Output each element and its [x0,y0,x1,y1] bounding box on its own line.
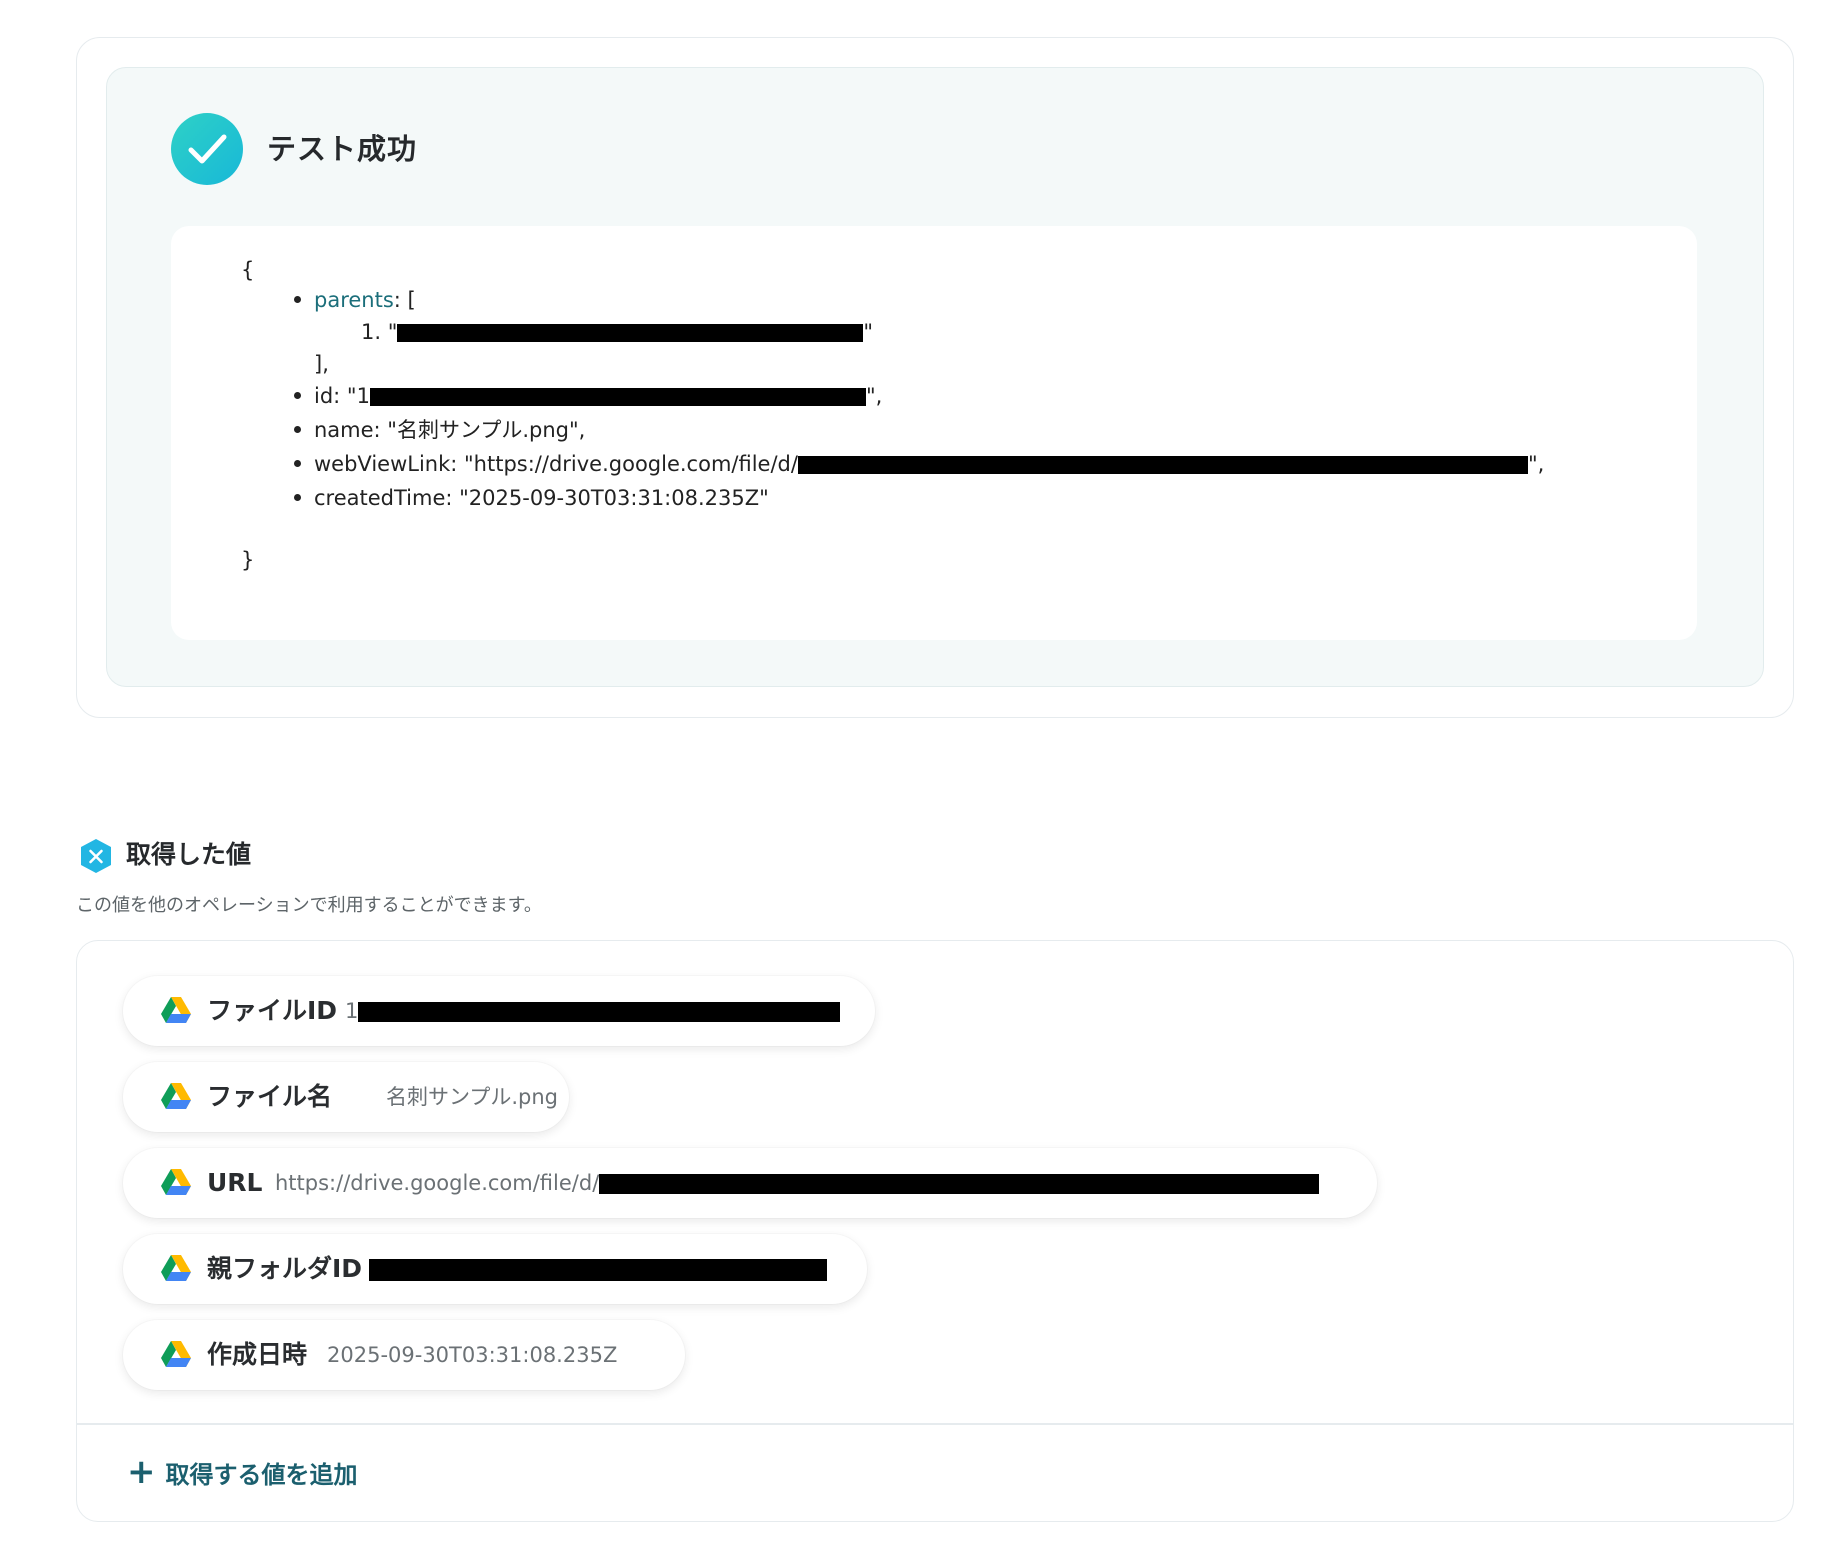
value-pill-file-id[interactable]: ファイルID 1 [123,976,875,1046]
add-value-button[interactable]: + 取得する値を追加 [127,1450,358,1494]
pill-value-text: 1 [345,999,359,1023]
bullet [294,426,301,433]
redacted-block [358,1002,841,1022]
redacted-block [369,388,866,406]
bullet [294,460,301,467]
json-parents-open: : [ [393,288,416,312]
pill-label: 親フォルダID [207,1254,363,1283]
check-circle-icon [171,113,243,185]
google-drive-icon [161,1341,191,1367]
pill-label: URL [207,1168,263,1197]
obtained-values-title: 取得した値 [126,840,252,869]
google-drive-icon [161,997,191,1023]
divider [77,1423,1793,1425]
redacted-block [797,456,1528,474]
pill-label: ファイル名 [207,1082,333,1111]
variable-hexagon-icon [81,839,111,873]
json-id-line: id: "1 ", [314,380,882,412]
json-output: { parents: [ 1. " " ], id: "1 ", name: "名刺… [171,226,1697,640]
pill-value: https://drive.google.com/file/d/ [275,1167,1320,1199]
value-pill-url[interactable]: URL https://drive.google.com/file/d/ [123,1148,1377,1218]
json-parents-item: 1. " " [361,320,874,344]
obtained-values-card: ファイルID 1 ファイル名 名刺サンプル.png URL https://dr… [76,940,1794,1522]
plus-icon: + [127,1452,156,1492]
json-close-brace: } [241,548,255,572]
obtained-values-description: この値を他のオペレーションで利用することができます。 [76,895,542,916]
json-webview-suffix: ", [1527,452,1545,476]
json-parents-line: parents: [ [314,284,416,316]
value-pill-file-name[interactable]: ファイル名 名刺サンプル.png [123,1062,569,1132]
redacted-block [397,324,864,342]
value-pill-parent-folder-id[interactable]: 親フォルダID [123,1234,867,1304]
json-id-prefix: id: "1 [314,384,370,408]
json-id-suffix: ", [865,384,883,408]
pill-value: 1 [345,995,841,1027]
pill-value [369,1253,827,1285]
pill-label: ファイルID [207,996,338,1025]
json-webview-line: webViewLink: "https://drive.google.com/f… [314,448,1544,480]
json-parents-close: ], [314,352,329,376]
google-drive-icon [161,1255,191,1281]
json-created-line: createdTime: "2025-09-30T03:31:08.235Z" [314,486,769,510]
json-parents-key: parents [314,288,394,312]
pill-label: 作成日時 [207,1340,308,1369]
pill-value: 2025-09-30T03:31:08.235Z [327,1343,618,1367]
bullet [294,494,301,501]
redacted-block [599,1174,1320,1194]
bullet [294,296,301,303]
google-drive-icon [161,1169,191,1195]
json-webview-prefix: webViewLink: "https://drive.google.com/f… [314,452,798,476]
json-open-brace: { [241,258,255,282]
json-name-line: name: "名刺サンプル.png", [314,418,586,442]
redacted-block [369,1259,827,1281]
add-value-button-label: 取得する値を追加 [165,1460,358,1489]
success-title: テスト成功 [267,132,418,166]
bullet [294,392,301,399]
value-pill-created-time[interactable]: 作成日時 2025-09-30T03:31:08.235Z [123,1320,685,1390]
test-result-card: テスト成功 { parents: [ 1. " " ], id: "1 ", nam… [76,37,1794,718]
pill-value-text: https://drive.google.com/file/d/ [275,1171,600,1195]
json-list-index: 1. [361,320,382,344]
success-panel: テスト成功 { parents: [ 1. " " ], id: "1 ", nam… [106,67,1764,687]
pill-value: 名刺サンプル.png [386,1085,559,1109]
google-drive-icon [161,1083,191,1109]
